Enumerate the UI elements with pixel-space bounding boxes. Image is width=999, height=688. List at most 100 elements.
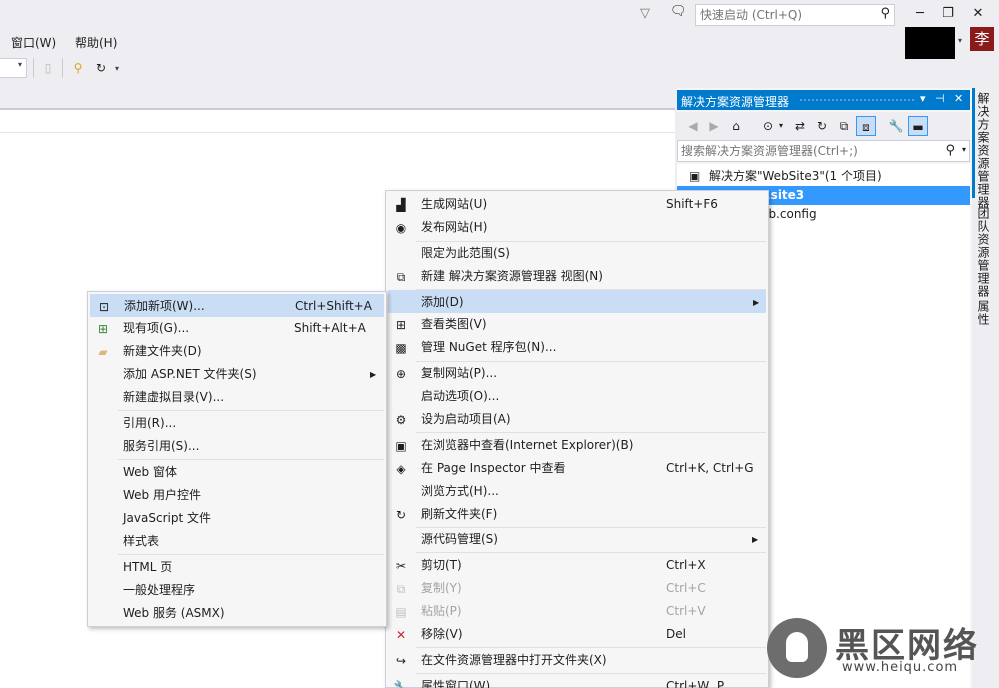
submenu-arrow-icon: ▶	[753, 298, 760, 307]
chevron-down-icon[interactable]: ▾	[779, 121, 783, 130]
tree-row-label: 解决方案"WebSite3"(1 个项目)	[709, 169, 882, 183]
back-icon[interactable]: ◀	[683, 116, 703, 136]
pin-icon[interactable]: ⊣	[935, 92, 945, 105]
tree-row-solution[interactable]: ▣ 解决方案"WebSite3"(1 个项目)	[677, 167, 970, 186]
avatar[interactable]: 李	[970, 27, 994, 51]
close-icon[interactable]: ✕	[954, 92, 963, 105]
account-dropdown-icon[interactable]: ▾	[958, 36, 962, 45]
chevron-down-icon: ▾	[17, 60, 22, 69]
submenu-item-stylesheet[interactable]: 样式表	[90, 530, 384, 553]
forward-icon[interactable]: ▶	[704, 116, 724, 136]
preview-icon[interactable]: ▬	[908, 116, 928, 136]
new-view-icon: ⧉	[396, 270, 406, 284]
menu-item-startup-options[interactable]: 启动选项(O)...	[388, 385, 766, 408]
menu-item-open-in-explorer[interactable]: ↪ 在文件资源管理器中打开文件夹(X)	[388, 649, 766, 672]
menu-item-copy-website[interactable]: ⊕ 复制网站(P)...	[388, 362, 766, 385]
minimize-button[interactable]: ─	[908, 4, 932, 24]
menu-item-cut[interactable]: ✂ 剪切(T) Ctrl+X	[388, 554, 766, 577]
solution-search-input[interactable]	[681, 143, 941, 159]
search-icon[interactable]: ⚲	[880, 6, 890, 21]
solution-icon: ▣	[689, 169, 701, 183]
menu-item-copy[interactable]: ⧉ 复制(Y) Ctrl+C	[388, 577, 766, 600]
tab-solution-explorer[interactable]: 解决方案资源管理器	[975, 92, 992, 209]
menu-item-add[interactable]: 添加(D) ▶	[388, 290, 766, 313]
watermark-logo-icon	[767, 618, 827, 678]
menu-item-build-website[interactable]: ▟ 生成网站(U) Shift+F6	[388, 193, 766, 216]
properties-icon[interactable]: 🔧	[886, 116, 906, 136]
tab-team-explorer[interactable]: 团队资源管理器	[975, 207, 992, 298]
panel-menu-icon[interactable]: ▾	[920, 92, 926, 105]
submenu-item-web-service[interactable]: Web 服务 (ASMX)	[90, 602, 384, 625]
submenu-item-generic-handler[interactable]: 一般处理程序	[90, 579, 384, 602]
menu-separator	[118, 410, 384, 411]
gear-icon: ⚙	[395, 413, 407, 427]
menu-separator	[416, 552, 766, 553]
submenu-item-service-reference[interactable]: 服务引用(S)...	[90, 435, 384, 458]
collapse-all-icon[interactable]: ⧉	[834, 116, 854, 136]
notification-filter-icon[interactable]: ▽	[640, 6, 650, 21]
tab-properties[interactable]: 属性	[975, 300, 992, 326]
paste-icon: ▤	[395, 605, 407, 619]
toolbar-divider	[33, 58, 34, 78]
submenu-item-web-form[interactable]: Web 窗体	[90, 461, 384, 484]
chevron-down-icon[interactable]: ▾	[962, 145, 966, 154]
submenu-item-new-virtual-dir[interactable]: 新建虚拟目录(V)...	[90, 386, 384, 409]
menu-item-paste[interactable]: ▤ 粘贴(P) Ctrl+V	[388, 600, 766, 623]
quick-launch-box[interactable]: ⚲	[695, 4, 895, 26]
menu-help[interactable]: 帮助(H)	[75, 34, 117, 51]
configuration-combo[interactable]: ▾	[0, 58, 27, 78]
browser-icon: ▣	[395, 439, 407, 453]
new-folder-icon: ▰	[98, 345, 108, 359]
submenu-item-html-page[interactable]: HTML 页	[90, 556, 384, 579]
menu-item-properties-window[interactable]: 🔧 属性窗口(W) Ctrl+W, P	[388, 675, 766, 688]
close-button[interactable]: ✕	[966, 4, 990, 24]
menu-separator	[416, 673, 766, 674]
refresh-icon: ↻	[395, 508, 407, 522]
browser-link-icon[interactable]: ↻	[93, 60, 109, 76]
submenu-arrow-icon: ▶	[752, 535, 759, 544]
menu-item-view-class-diagram[interactable]: ⊞ 查看类图(V)	[388, 313, 766, 336]
submenu-item-add-aspnet-folder[interactable]: 添加 ASP.NET 文件夹(S) ▶	[90, 363, 384, 386]
menu-window[interactable]: 窗口(W)	[11, 34, 56, 51]
menu-item-page-inspector[interactable]: ◈ 在 Page Inspector 中查看 Ctrl+K, Ctrl+G	[388, 457, 766, 480]
pending-changes-icon[interactable]: ⊙	[758, 116, 778, 136]
menu-item-publish-website[interactable]: ◉ 发布网站(H)	[388, 216, 766, 239]
solution-explorer-search[interactable]: ⚲ ▾	[677, 140, 970, 162]
page-inspector-icon: ◈	[396, 462, 406, 476]
submenu-item-add-new-item[interactable]: ⊡ 添加新项(W)... Ctrl+Shift+A	[90, 294, 384, 317]
find-in-files-icon[interactable]: ⚲	[70, 60, 86, 76]
feedback-icon[interactable]: 🗨	[670, 4, 687, 19]
search-icon[interactable]: ⚲	[945, 143, 955, 158]
user-account-tile[interactable]	[905, 27, 955, 59]
submenu-item-web-user-control[interactable]: Web 用户控件	[90, 484, 384, 507]
quick-launch-input[interactable]	[700, 7, 870, 23]
menu-item-set-startup-project[interactable]: ⚙ 设为启动项目(A)	[388, 408, 766, 431]
submenu-item-existing-item[interactable]: ⊞ 现有项(G)... Shift+Alt+A	[90, 317, 384, 340]
menu-bar	[0, 30, 999, 52]
menu-separator	[118, 554, 384, 555]
menu-item-refresh-folder[interactable]: ↻ 刷新文件夹(F)	[388, 503, 766, 526]
submenu-item-javascript-file[interactable]: JavaScript 文件	[90, 507, 384, 530]
grip-dots	[799, 98, 916, 103]
menu-item-view-in-browser[interactable]: ▣ 在浏览器中查看(Internet Explorer)(B)	[388, 434, 766, 457]
properties-icon: 🔧	[393, 680, 409, 688]
show-all-files-icon[interactable]: ⧈	[856, 116, 876, 136]
menu-item-browse-with[interactable]: 浏览方式(H)...	[388, 480, 766, 503]
open-folder-icon: ↪	[395, 654, 407, 668]
menu-item-source-control[interactable]: 源代码管理(S) ▶	[388, 528, 766, 551]
solution-explorer-title-bar: 解决方案资源管理器 ▾ ⊣ ✕	[677, 90, 970, 110]
home-icon[interactable]: ⌂	[726, 116, 746, 136]
menu-item-manage-nuget[interactable]: ▩ 管理 NuGet 程序包(N)...	[388, 336, 766, 359]
editor-divider	[0, 132, 675, 133]
refresh-icon[interactable]: ↻	[812, 116, 832, 136]
submenu-item-reference[interactable]: 引用(R)...	[90, 412, 384, 435]
menu-separator	[416, 432, 766, 433]
restore-button[interactable]: ❐	[936, 4, 960, 24]
menu-item-scope-to-this[interactable]: 限定为此范围(S)	[388, 242, 766, 265]
submenu-item-new-folder[interactable]: ▰ 新建文件夹(D)	[90, 340, 384, 363]
menu-item-remove[interactable]: ✕ 移除(V) Del	[388, 623, 766, 646]
menu-item-new-explorer-view[interactable]: ⧉ 新建 解决方案资源管理器 视图(N)	[388, 265, 766, 288]
toolbar-overflow-icon[interactable]: ▾	[115, 64, 119, 73]
attach-icon[interactable]: ▯	[40, 60, 56, 76]
sync-icon[interactable]: ⇄	[790, 116, 810, 136]
